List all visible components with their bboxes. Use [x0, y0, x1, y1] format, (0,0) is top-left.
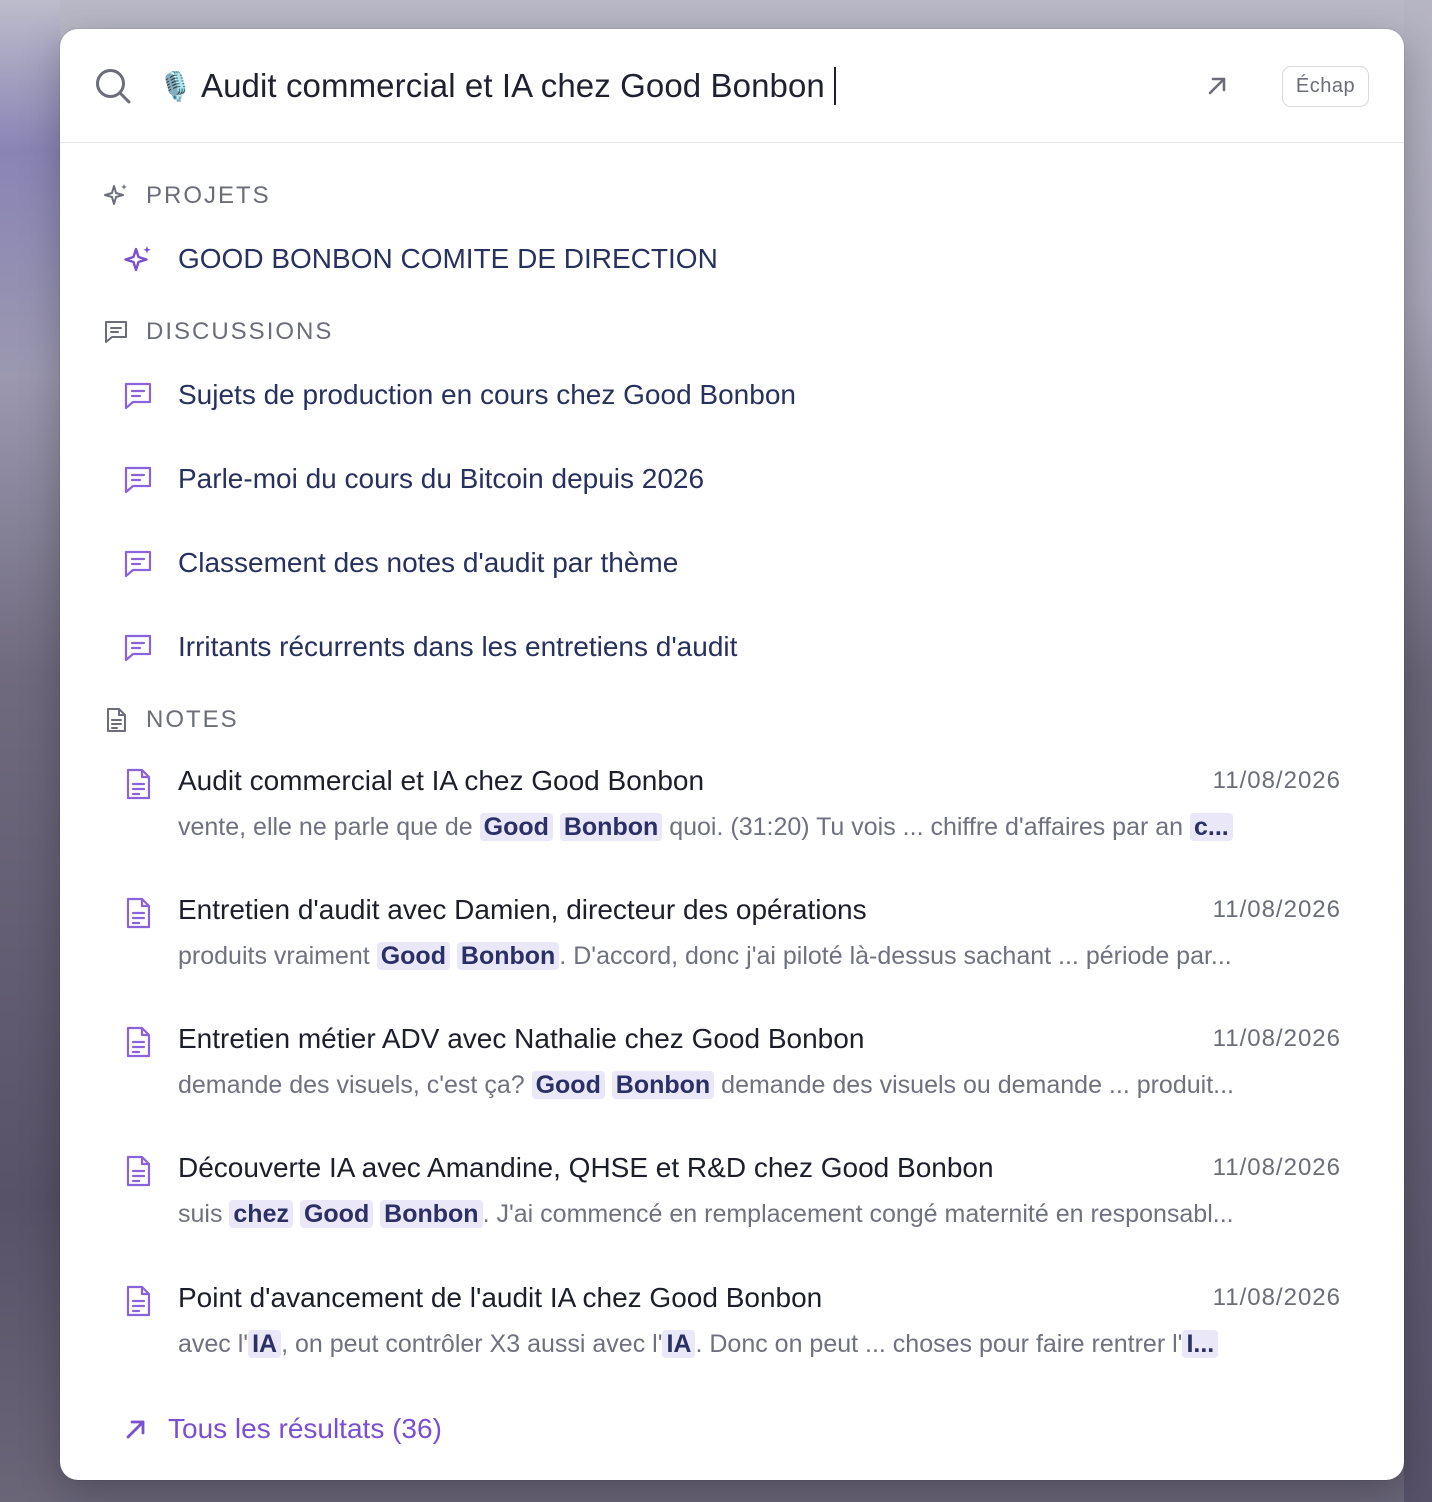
command-palette: 🎙️ Audit commercial et IA chez Good Bonb… — [60, 29, 1404, 1480]
snippet-text — [293, 1200, 300, 1228]
snippet-text — [605, 1071, 612, 1099]
search-highlight: Good — [376, 942, 450, 970]
search-highlight: Bonbon — [611, 1071, 715, 1099]
chat-icon — [105, 321, 127, 343]
note-date: 11/08/2026 — [1212, 1284, 1341, 1311]
search-highlight: I... — [1182, 1330, 1219, 1358]
snippet-text: produits vraiment — [178, 942, 377, 970]
all-results-label: Tous les résultats (36) — [168, 1413, 442, 1444]
search-highlight: Bonbon — [380, 1200, 483, 1228]
background-right — [1404, 0, 1432, 1502]
search-input[interactable]: 🎙️ Audit commercial et IA chez Good Bonb… — [158, 59, 1168, 113]
discussion-label: Classement des notes d'audit par thème — [178, 547, 679, 578]
search-highlight: c... — [1190, 813, 1233, 841]
note-title: Entretien d'audit avec Damien, directeur… — [178, 894, 867, 925]
sparkles-icon — [104, 184, 127, 205]
note-date: 11/08/2026 — [1212, 1025, 1341, 1052]
discussion-item[interactable]: Irritants récurrents dans les entretiens… — [60, 627, 1404, 671]
note-title: Découverte IA avec Amandine, QHSE et R&D… — [178, 1152, 994, 1183]
project-item[interactable]: GOOD BONBON COMITE DE DIRECTION — [60, 239, 1404, 283]
escape-key-button[interactable]: Échap — [1282, 66, 1369, 107]
discussion-item[interactable]: Classement des notes d'audit par thème — [60, 543, 1404, 587]
sparkles-icon — [124, 246, 151, 272]
note-title: Point d'avancement de l'audit IA chez Go… — [178, 1282, 823, 1313]
note-item[interactable]: Audit commercial et IA chez Good Bonbon … — [60, 765, 1404, 877]
note-item[interactable]: Entretien d'audit avec Damien, directeur… — [60, 894, 1404, 1006]
chat-icon — [124, 634, 152, 662]
text-caret — [833, 67, 836, 105]
search-highlight: Good — [531, 1071, 605, 1099]
note-item[interactable]: Entretien métier ADV avec Nathalie chez … — [60, 1023, 1404, 1135]
snippet-text: . J'ai commencé en remplacement congé ma… — [482, 1200, 1234, 1228]
chat-icon — [124, 466, 152, 494]
search-highlight: Bonbon — [456, 942, 560, 970]
note-title: Entretien métier ADV avec Nathalie chez … — [178, 1023, 865, 1054]
note-item[interactable]: Point d'avancement de l'audit IA chez Go… — [60, 1282, 1404, 1394]
arrow-up-right-icon — [126, 1420, 145, 1439]
snippet-text: vente, elle ne parle que de — [178, 813, 480, 841]
note-title: Audit commercial et IA chez Good Bonbon — [178, 765, 705, 796]
document-icon — [126, 897, 151, 929]
note-snippet: suis chez Good Bonbon. J'ai commencé en … — [178, 1200, 1341, 1229]
microphone-icon: 🎙️ — [158, 70, 193, 102]
arrow-up-right-icon[interactable] — [1204, 73, 1230, 99]
discussion-label: Irritants récurrents dans les entretiens… — [178, 631, 738, 662]
section-label-discussions: DISCUSSIONS — [146, 318, 334, 345]
chat-icon — [124, 550, 152, 578]
document-icon — [126, 1026, 151, 1058]
snippet-text: demande des visuels ou demande ... produ… — [714, 1071, 1234, 1099]
note-item[interactable]: Découverte IA avec Amandine, QHSE et R&D… — [60, 1152, 1404, 1264]
snippet-text: suis — [178, 1200, 230, 1228]
document-icon — [126, 1155, 151, 1187]
discussion-label: Sujets de production en cours chez Good … — [178, 379, 796, 410]
snippet-text: , on peut contrôler X3 aussi avec l' — [281, 1330, 663, 1358]
snippet-text — [553, 813, 560, 841]
search-highlight: chez — [229, 1200, 293, 1228]
project-label: GOOD BONBON COMITE DE DIRECTION — [178, 243, 718, 274]
chat-icon — [124, 382, 152, 410]
discussion-item[interactable]: Sujets de production en cours chez Good … — [60, 375, 1404, 419]
search-highlight: Good — [299, 1200, 374, 1228]
section-label-projects: PROJETS — [146, 182, 271, 209]
snippet-text: quoi. (31:20) Tu vois ... chiffre d'affa… — [662, 813, 1191, 841]
search-highlight: IA — [662, 1330, 696, 1358]
section-label-notes: NOTES — [146, 706, 239, 733]
document-icon — [126, 1285, 151, 1317]
discussion-item[interactable]: Parle-moi du cours du Bitcoin depuis 202… — [60, 459, 1404, 503]
note-date: 11/08/2026 — [1212, 767, 1341, 794]
snippet-text: demande des visuels, c'est ça? — [178, 1071, 532, 1099]
discussion-label: Parle-moi du cours du Bitcoin depuis 202… — [178, 463, 705, 494]
note-snippet: vente, elle ne parle que de Good Bonbon … — [178, 813, 1341, 842]
search-query: Audit commercial et IA chez Good Bonbon — [200, 67, 825, 104]
snippet-text: . Donc on peut ... choses pour faire ren… — [695, 1330, 1183, 1358]
search-highlight: Good — [479, 813, 553, 841]
search-highlight: IA — [248, 1330, 282, 1358]
snippet-text: . D'accord, donc j'ai piloté là-dessus s… — [559, 942, 1232, 970]
snippet-text: avec l' — [178, 1330, 249, 1358]
note-snippet: demande des visuels, c'est ça? Good Bonb… — [178, 1071, 1341, 1100]
document-icon — [107, 708, 126, 732]
snippet-text — [450, 942, 457, 970]
search-bar: 🎙️ Audit commercial et IA chez Good Bonb… — [60, 29, 1404, 143]
note-snippet: produits vraiment Good Bonbon. D'accord,… — [178, 942, 1341, 971]
note-snippet: avec l' IA, on peut contrôler X3 aussi av… — [178, 1330, 1341, 1359]
note-date: 11/08/2026 — [1212, 896, 1341, 923]
search-highlight: Bonbon — [559, 813, 663, 841]
all-results-link[interactable]: Tous les résultats (36) — [122, 1409, 442, 1449]
search-icon — [96, 69, 131, 104]
document-icon — [126, 768, 151, 800]
background-left — [0, 0, 60, 1502]
note-date: 11/08/2026 — [1212, 1154, 1341, 1181]
